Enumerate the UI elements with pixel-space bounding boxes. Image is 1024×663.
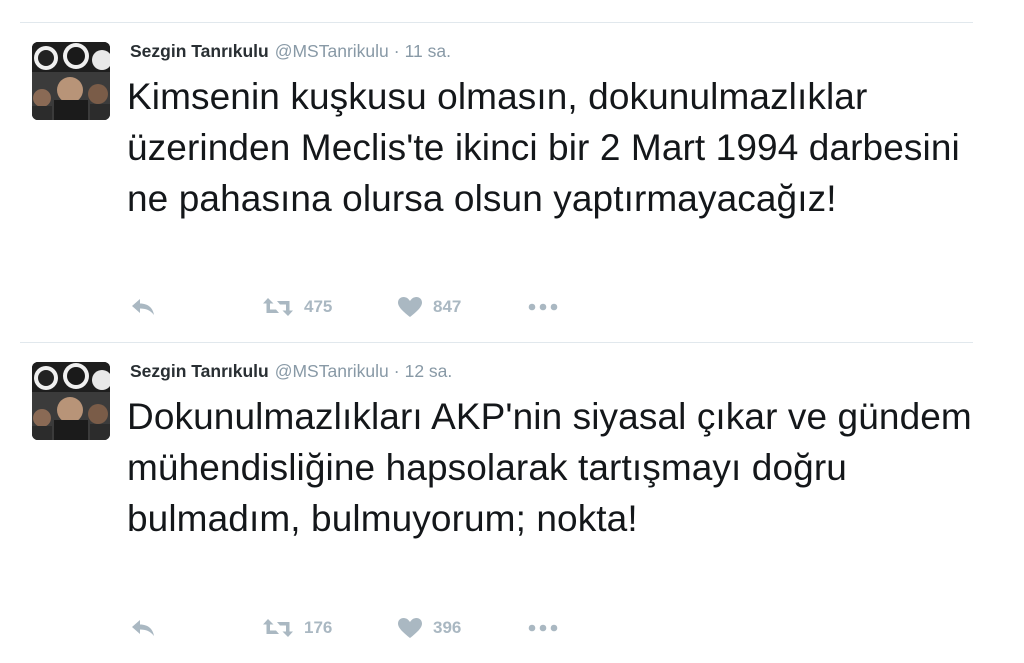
timestamp[interactable]: 12 sa. <box>405 361 453 381</box>
timeline: Sezgin Tanrıkulu @MSTanrikulu · 11 sa. Kims… <box>0 0 1024 663</box>
heart-icon <box>398 618 422 638</box>
retweet-icon <box>263 619 293 637</box>
tweet-actions: 176 396 <box>130 616 590 640</box>
avatar[interactable] <box>32 42 110 120</box>
author-name[interactable]: Sezgin Tanrıkulu <box>130 41 269 61</box>
avatar-photo-icon <box>32 42 110 120</box>
tweet-text: Dokunulmazlıkları AKP'nin siyasal çıkar … <box>127 396 972 539</box>
more-button[interactable] <box>526 616 560 640</box>
tweet-text: Kimsenin kuşkusu olmasın, dokunulmazlıkl… <box>127 76 960 219</box>
author-handle[interactable]: @MSTanrikulu <box>275 41 389 61</box>
tweet-header: Sezgin Tanrıkulu @MSTanrikulu · 12 sa. <box>130 360 452 382</box>
more-icon <box>528 303 558 311</box>
more-button[interactable] <box>526 295 560 319</box>
avatar-photo-icon <box>32 362 110 440</box>
tweet-header: Sezgin Tanrıkulu @MSTanrikulu · 11 sa. <box>130 40 451 62</box>
retweet-button[interactable]: 176 <box>262 616 332 640</box>
divider <box>20 22 973 23</box>
author-handle[interactable]: @MSTanrikulu <box>275 361 389 381</box>
timestamp[interactable]: 11 sa. <box>405 41 451 61</box>
retweet-icon <box>263 298 293 316</box>
reply-button[interactable] <box>130 616 156 640</box>
retweet-button[interactable]: 475 <box>262 295 332 319</box>
divider <box>20 342 973 343</box>
like-count: 396 <box>433 618 462 637</box>
like-count: 847 <box>433 297 462 316</box>
retweet-count: 475 <box>304 297 333 316</box>
avatar[interactable] <box>32 362 110 440</box>
reply-icon <box>132 620 154 636</box>
tweet-actions: 475 847 <box>130 295 590 319</box>
retweet-count: 176 <box>304 618 333 637</box>
separator: · <box>393 41 400 61</box>
author-name[interactable]: Sezgin Tanrıkulu <box>130 361 269 381</box>
separator: · <box>393 361 400 381</box>
like-button[interactable]: 396 <box>397 616 461 640</box>
heart-icon <box>398 297 422 317</box>
reply-icon <box>132 299 154 315</box>
reply-button[interactable] <box>130 295 156 319</box>
more-icon <box>528 624 558 632</box>
like-button[interactable]: 847 <box>397 295 461 319</box>
